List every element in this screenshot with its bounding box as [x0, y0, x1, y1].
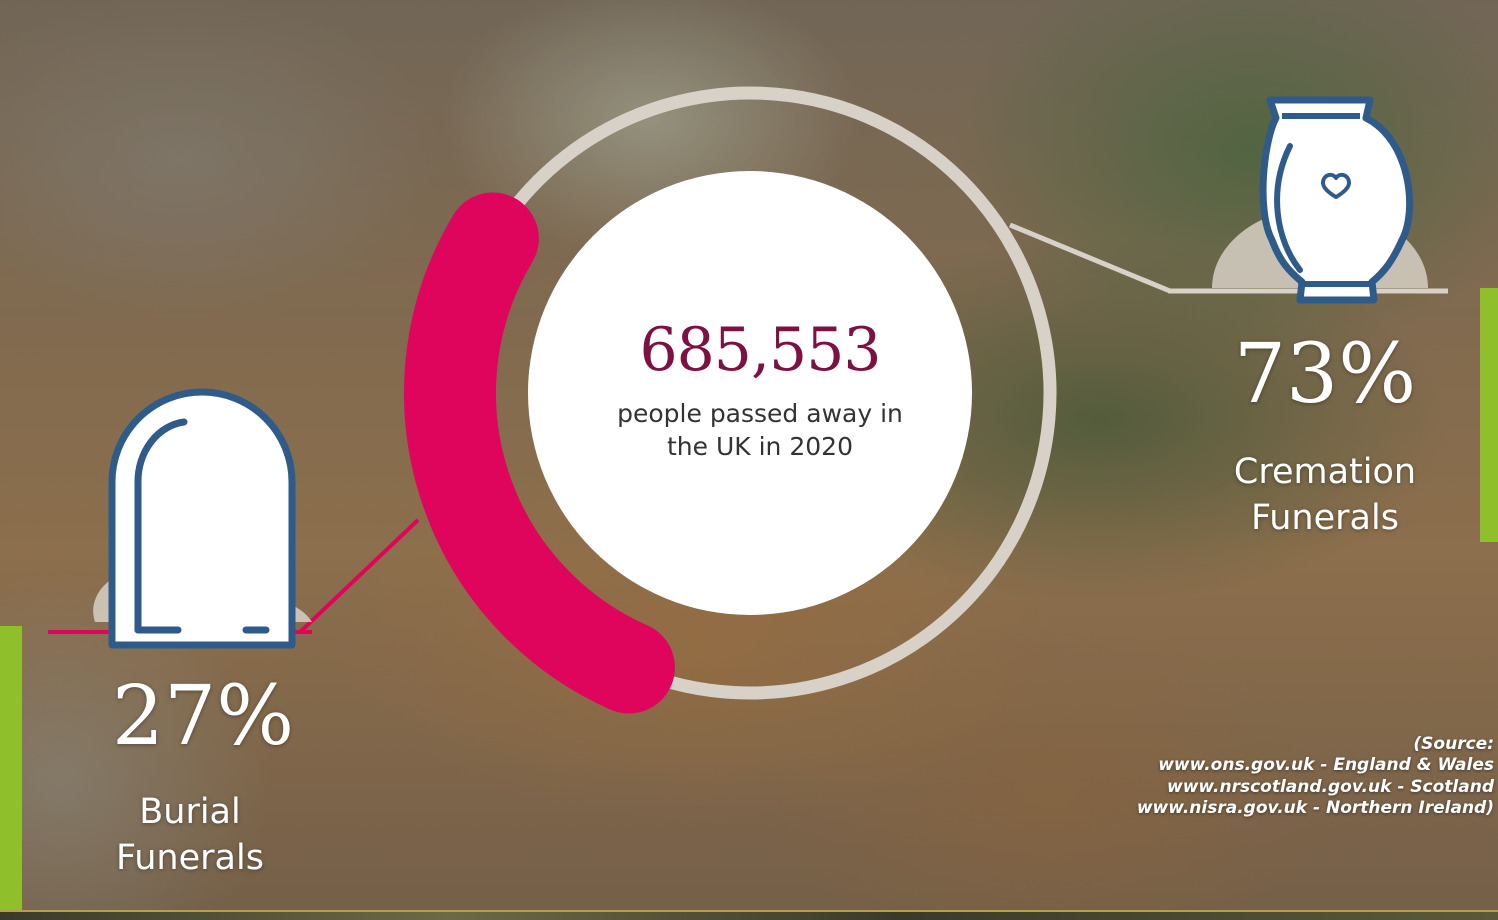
- cremation-label: Cremation Funerals: [1200, 450, 1450, 541]
- bottom-border: [0, 910, 1498, 920]
- burial-label: Burial Funerals: [80, 790, 300, 881]
- cremation-label-line-1: Cremation: [1233, 452, 1417, 492]
- total-deaths-caption: people passed away in the UK in 2020: [617, 399, 903, 461]
- source-line-1: (Source:: [1413, 734, 1494, 754]
- source-citation: (Source: www.ons.gov.uk - England & Wale…: [1074, 734, 1494, 819]
- source-line-2: www.ons.gov.uk - England & Wales: [1158, 755, 1494, 776]
- total-deaths-value: 685,553: [639, 315, 881, 385]
- burial-label-line-2: Funerals: [116, 837, 264, 878]
- urn-icon: [1212, 96, 1428, 304]
- burial-label-line-1: Burial: [139, 792, 241, 832]
- cremation-label-line-2: Funerals: [1251, 497, 1399, 538]
- burial-connector-line: [298, 518, 420, 634]
- source-line-4: www.nisra.gov.uk - Northern Ireland): [1136, 797, 1494, 818]
- source-line-3: www.nrscotland.gov.uk - Scotland: [1166, 776, 1494, 797]
- burial-accent-bar: [0, 626, 22, 920]
- cremation-accent-bar: [1480, 288, 1498, 542]
- burial-percent: 27%: [111, 669, 295, 764]
- center-summary: 685,553 people passed away in the UK in …: [560, 320, 960, 463]
- headstone-icon: [93, 388, 312, 649]
- cremation-percent: 73%: [1233, 327, 1417, 422]
